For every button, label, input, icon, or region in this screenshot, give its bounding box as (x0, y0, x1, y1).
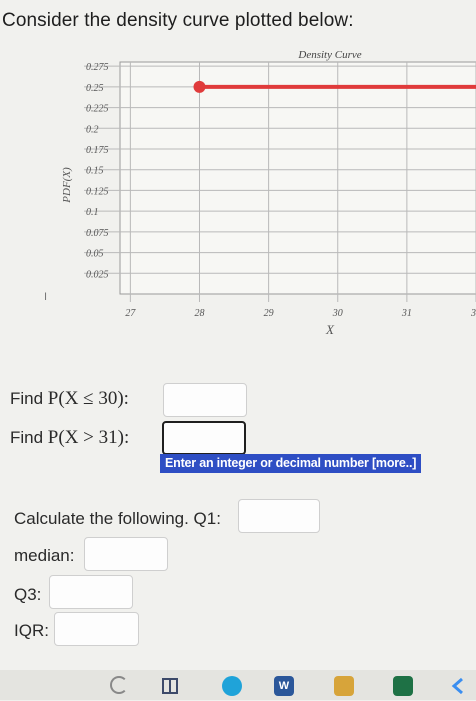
y-tick-label: 0.075 (86, 228, 109, 239)
y-tick-label: 0.225 (86, 104, 109, 115)
y-tick-label: 0.125 (86, 186, 109, 197)
y-axis-label: PDF(X) (61, 167, 73, 204)
median-label: median: (14, 546, 75, 565)
side-mark: I (44, 291, 47, 303)
answer-p-gt-31-input[interactable] (162, 421, 246, 455)
y-tick-label: 0.15 (86, 166, 104, 177)
chart-plot-area (119, 61, 476, 295)
q1-input[interactable] (238, 499, 320, 533)
y-tick-label: 0.1 (86, 207, 99, 218)
x-tick-label: 31 (401, 308, 412, 319)
x-tick-label: 28 (194, 308, 204, 319)
calc-label: Calculate the following. Q1: (14, 509, 221, 528)
y-tick-labels: 0.025 0.05 0.075 0.1 0.125 0.15 0.175 0.2 0.225 0… (86, 62, 109, 280)
iqr-label: IQR: (14, 621, 49, 640)
y-tick-label: 0.25 (86, 83, 104, 94)
word-icon[interactable]: W (274, 676, 294, 696)
question-2-prefix: Find (10, 428, 48, 447)
q3-input[interactable] (49, 575, 133, 609)
question-1-prefix: Find (10, 389, 48, 408)
x-axis-label: X (325, 322, 335, 337)
input-hint-tooltip: Enter an integer or decimal number [more… (160, 454, 422, 473)
chart-title: Density Curve (297, 49, 361, 61)
q3-label: Q3: (14, 585, 42, 604)
back-chevron-icon[interactable] (448, 676, 468, 696)
density-chart: 0.025 0.05 0.075 0.1 0.125 0.15 0.175 0.2 0.225 0… (44, 49, 476, 337)
x-tick-label: 27 (125, 308, 136, 319)
x-tick-labels: 27 28 29 30 31 32 (125, 308, 476, 319)
median-input[interactable] (84, 537, 168, 571)
y-tick-label: 0.2 (86, 124, 99, 135)
question-p-gt-31: Find P(X > 31): (10, 427, 129, 449)
density-start-point (193, 80, 206, 93)
answer-p-le-30-input[interactable] (163, 383, 247, 417)
edge-browser-icon[interactable] (222, 676, 242, 696)
question-2-math: P(X > 31): (47, 427, 130, 448)
store-icon[interactable] (334, 676, 354, 696)
y-tick-label: 0.275 (86, 62, 109, 73)
refresh-icon[interactable] (110, 676, 128, 694)
y-tick-label: 0.05 (86, 249, 104, 260)
y-tick-label: 0.175 (86, 145, 109, 156)
y-tick-label: 0.025 (86, 269, 109, 280)
taskbar: W (0, 670, 476, 700)
x-tick-label: 32 (470, 308, 476, 319)
x-tick-label: 30 (332, 308, 343, 319)
question-1-math: P(X ≤ 30): (47, 388, 129, 409)
question-p-le-30: Find P(X ≤ 30): (10, 388, 129, 410)
excel-icon[interactable] (393, 676, 413, 696)
lens-icon[interactable] (160, 676, 180, 696)
iqr-input[interactable] (54, 612, 139, 646)
x-tick-label: 29 (264, 308, 274, 319)
